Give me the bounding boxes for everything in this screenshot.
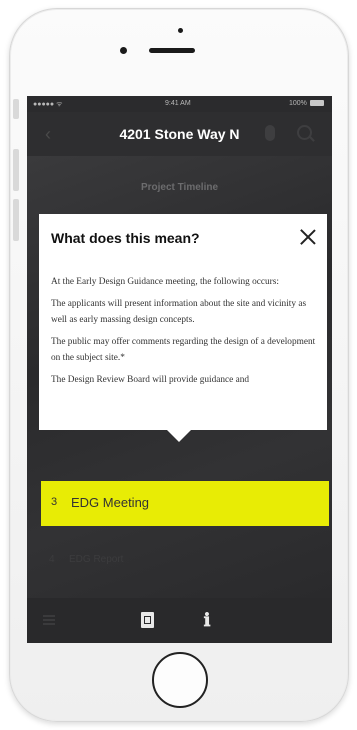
earpiece-speaker [149, 48, 195, 53]
info-icon[interactable]: ℹ [201, 610, 213, 630]
status-time: 9:41 AM [165, 100, 191, 107]
battery-percent: 100% [289, 100, 307, 107]
section-title: Project Timeline [140, 182, 219, 193]
page-title: 4201 Stone Way N [119, 126, 240, 142]
info-modal: What does this mean? At the Early Design… [39, 214, 327, 430]
volume-down-button [13, 199, 19, 241]
timeline-step-label: EDG Report [69, 554, 124, 565]
modal-paragraph: The Design Review Board will provide gui… [51, 375, 250, 385]
battery-icon [310, 100, 324, 106]
modal-paragraph: At the Early Design Guidance meeting, th… [51, 277, 279, 287]
home-button[interactable] [152, 652, 208, 708]
timeline-step-label: EDG Meeting [71, 495, 150, 510]
menu-icon[interactable] [43, 615, 55, 617]
navigation-bar: ‹ 4201 Stone Way N [27, 112, 332, 156]
carrier-signal: ●●●●● ᯤ [33, 101, 63, 108]
mute-switch [13, 99, 19, 119]
close-icon[interactable] [299, 228, 317, 246]
timeline-step-number: 3 [51, 496, 58, 508]
status-bar: ●●●●● ᯤ 9:41 AM 100% [27, 96, 332, 112]
volume-up-button [13, 149, 19, 191]
modal-pointer [167, 430, 191, 442]
modal-paragraph: The public may offer comments regarding … [51, 337, 316, 363]
timeline-item-edg-report[interactable]: 4 EDG Report [41, 546, 311, 572]
app-screen: ●●●●● ᯤ 9:41 AM 100% ‹ 4201 Stone Way N … [27, 96, 332, 643]
modal-title: What does this mean? [51, 230, 200, 246]
front-camera-icon [120, 47, 127, 54]
modal-paragraph: The applicants will present information … [51, 299, 307, 325]
camera-icon [178, 28, 183, 33]
search-icon[interactable] [297, 125, 312, 140]
tab-bar: ℹ [27, 598, 332, 643]
map-icon[interactable] [141, 612, 154, 628]
timeline-step-number: 4 [49, 554, 55, 565]
modal-body: At the Early Design Guidance meeting, th… [51, 274, 317, 424]
microphone-icon[interactable] [265, 125, 275, 141]
timeline-item-edg-meeting[interactable]: 3 EDG Meeting [41, 481, 329, 526]
